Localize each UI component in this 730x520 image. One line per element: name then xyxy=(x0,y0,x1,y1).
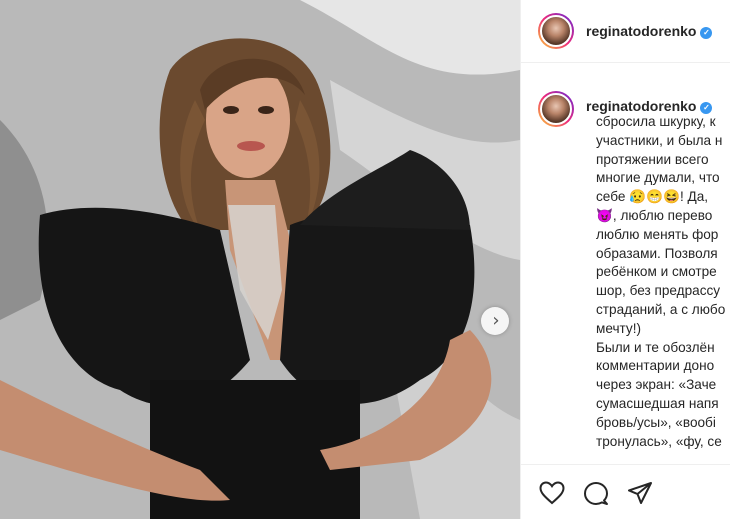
caption-username[interactable]: reginatodorenko ✓ xyxy=(586,98,713,114)
chevron-right-icon: › xyxy=(492,310,500,331)
post-photo[interactable]: › xyxy=(0,0,520,519)
photo-illustration xyxy=(0,0,520,519)
avatar[interactable] xyxy=(538,13,574,49)
next-photo-button[interactable]: › xyxy=(481,307,509,335)
caption-username-text[interactable]: reginatodorenko xyxy=(586,98,696,114)
post-header: reginatodorenko ✓ xyxy=(521,0,730,63)
comment-icon[interactable] xyxy=(583,481,609,507)
share-icon[interactable] xyxy=(627,481,653,505)
verified-badge-icon: ✓ xyxy=(700,27,713,39)
caption-text: сбросила шкурку, к участники, и была н п… xyxy=(596,114,726,449)
post-side-panel: reginatodorenko ✓ reginatodorenko ✓ сброси… xyxy=(520,0,730,519)
heart-icon[interactable] xyxy=(539,481,565,505)
header-username[interactable]: reginatodorenko ✓ xyxy=(586,23,713,39)
caption-avatar[interactable] xyxy=(538,91,574,127)
action-bar xyxy=(521,464,730,520)
username-text[interactable]: reginatodorenko xyxy=(586,23,696,39)
